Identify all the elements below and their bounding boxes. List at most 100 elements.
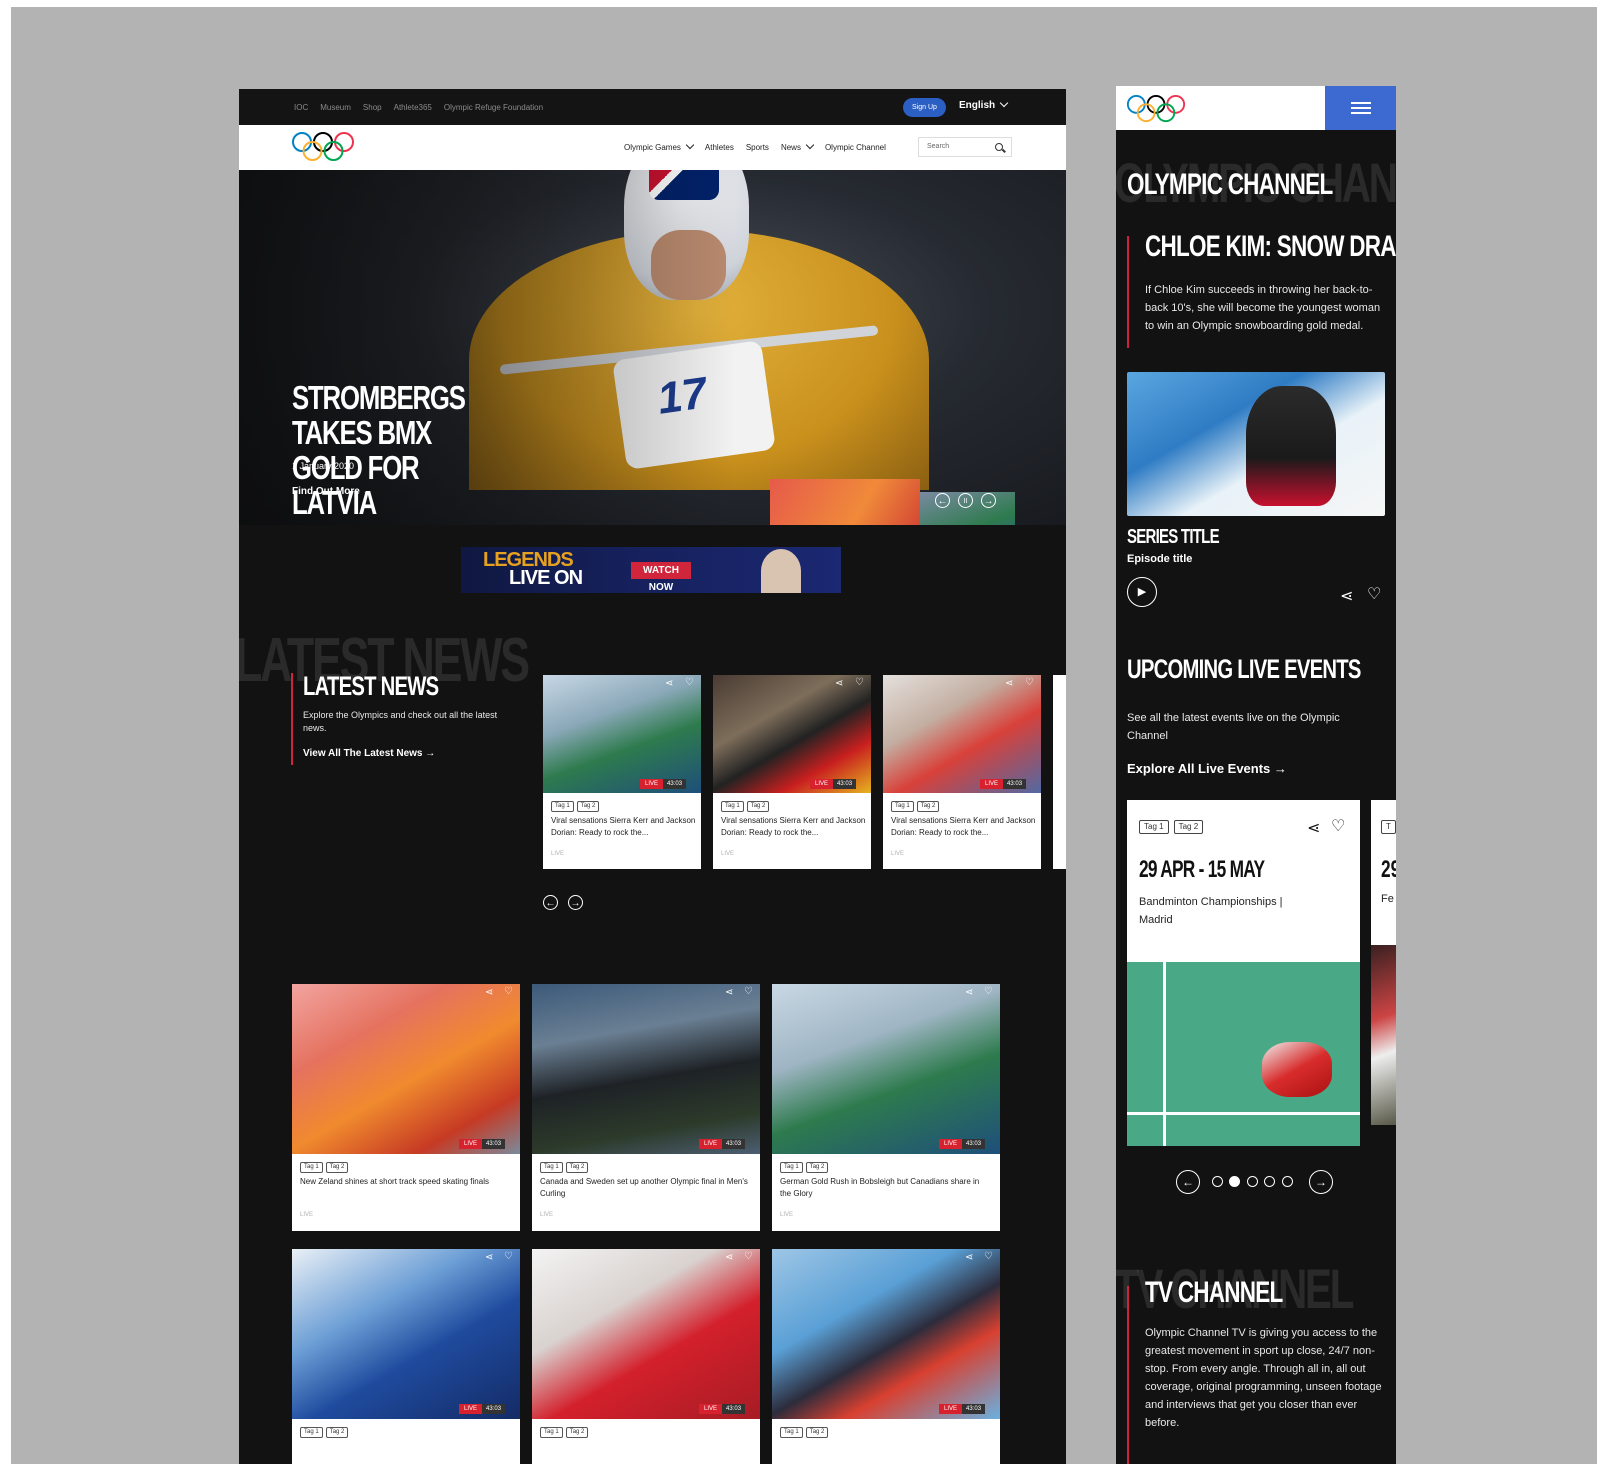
- news-card[interactable]: ⋖ ♡ LIVE 43:03 Tag 1 Tag 2 German Gold Rus…: [772, 984, 1000, 1231]
- share-icon[interactable]: ⋖: [1005, 678, 1013, 689]
- tag[interactable]: Tag 1: [540, 1427, 563, 1438]
- nav-athletes[interactable]: Athletes: [705, 143, 734, 152]
- event-image-player: [1262, 1042, 1332, 1097]
- tag[interactable]: Tag 2: [325, 1427, 349, 1438]
- event-card[interactable]: Tag 1 Tag 2 ⋖ ♡ 29 APR - 15 MAY Bandminto…: [1127, 800, 1360, 1146]
- share-icon[interactable]: ⋖: [485, 987, 493, 998]
- news-card[interactable]: ⋖ ♡ LIVE 43:03 Tag 1 Tag 2 Viral sensation…: [713, 675, 871, 869]
- heart-icon[interactable]: ♡: [855, 677, 864, 688]
- news-card[interactable]: ⋖ ♡ LIVE 43:03 Tag 1 Tag 2 New Zeland shin…: [292, 984, 520, 1231]
- util-link-museum[interactable]: Museum: [320, 103, 351, 112]
- share-icon[interactable]: ⋖: [835, 678, 843, 689]
- util-link-athlete365[interactable]: Athlete365: [394, 103, 432, 112]
- hero-find-out-more-link[interactable]: Find Out More →: [292, 486, 373, 497]
- banner-watch-now-button[interactable]: WATCH NOW: [631, 562, 691, 593]
- events-prev-button[interactable]: ←: [1176, 1170, 1200, 1194]
- nav-news[interactable]: News: [781, 140, 815, 152]
- hamburger-menu-button[interactable]: [1325, 86, 1396, 130]
- share-icon[interactable]: ⋖: [725, 987, 733, 998]
- banner-line2: LIVE ON: [509, 567, 583, 589]
- tag-list: Tag 1 Tag 2: [891, 801, 940, 812]
- olympic-rings-logo[interactable]: [291, 131, 355, 163]
- heart-icon[interactable]: ♡: [984, 1251, 993, 1262]
- tag[interactable]: Tag 2: [805, 1162, 829, 1173]
- tag[interactable]: Tag 1: [780, 1427, 803, 1438]
- heart-icon[interactable]: ♡: [744, 986, 753, 997]
- pager-dot[interactable]: [1247, 1176, 1258, 1187]
- share-icon[interactable]: ⋖: [1307, 818, 1320, 838]
- share-icon[interactable]: ⋖: [965, 987, 973, 998]
- hero-pause-button[interactable]: II: [958, 493, 973, 508]
- share-icon[interactable]: ⋖: [665, 678, 673, 689]
- events-next-button[interactable]: →: [1309, 1170, 1333, 1194]
- language-selector[interactable]: English: [959, 98, 1009, 111]
- util-link-refuge-foundation[interactable]: Olympic Refuge Foundation: [444, 103, 543, 112]
- duration: 43:03: [962, 1139, 986, 1149]
- hero-next-button[interactable]: →: [981, 493, 996, 508]
- search-input[interactable]: Search: [918, 137, 1012, 157]
- tag[interactable]: Tag 2: [805, 1427, 829, 1438]
- duration: 43:03: [722, 1139, 746, 1149]
- share-icon[interactable]: ⋖: [1340, 586, 1353, 606]
- event-card-peek[interactable]: T 29 Fe: [1371, 800, 1396, 945]
- explore-live-events-link[interactable]: Explore All Live Events →: [1127, 761, 1287, 776]
- pager-dot-active[interactable]: [1229, 1176, 1240, 1187]
- tag[interactable]: Tag 1: [540, 1162, 563, 1173]
- pager-dot[interactable]: [1212, 1176, 1223, 1187]
- tag-list: Tag 1 Tag 2: [540, 1427, 589, 1438]
- news-card[interactable]: ⋖ ♡ LIVE 43:03 Tag 1 Tag 2 Viral sensation…: [543, 675, 701, 869]
- news-card-peek[interactable]: [1053, 675, 1066, 869]
- tag[interactable]: Tag 1: [780, 1162, 803, 1173]
- tag[interactable]: Tag 2: [746, 801, 770, 812]
- pager-dot[interactable]: [1264, 1176, 1275, 1187]
- news-card[interactable]: ⋖ ♡ LIVE 43:03 Tag 1 Tag 2: [532, 1249, 760, 1464]
- share-icon[interactable]: ⋖: [485, 1252, 493, 1263]
- legends-live-on-banner[interactable]: LEGENDS LIVE ON WATCH NOW: [461, 547, 841, 593]
- heart-icon[interactable]: ♡: [1025, 677, 1034, 688]
- util-link-ioc[interactable]: IOC: [294, 103, 308, 112]
- news-carousel-prev-button[interactable]: ←: [543, 895, 558, 910]
- nav-olympic-channel[interactable]: Olympic Channel: [825, 143, 886, 152]
- tag[interactable]: T: [1381, 820, 1396, 834]
- tag[interactable]: Tag 1: [721, 801, 744, 812]
- olympic-rings-logo[interactable]: [1126, 94, 1186, 124]
- search-icon[interactable]: [995, 143, 1003, 151]
- share-icon[interactable]: ⋖: [965, 1252, 973, 1263]
- news-card[interactable]: ⋖ ♡ LIVE 43:03 Tag 1 Tag 2 Viral sensation…: [883, 675, 1041, 869]
- heart-icon[interactable]: ♡: [685, 677, 694, 688]
- news-carousel-next-button[interactable]: →: [568, 895, 583, 910]
- tag[interactable]: Tag 1: [300, 1427, 323, 1438]
- pager-dot[interactable]: [1282, 1176, 1293, 1187]
- tag[interactable]: Tag 1: [300, 1162, 323, 1173]
- util-link-shop[interactable]: Shop: [363, 103, 382, 112]
- tag[interactable]: Tag 2: [1173, 820, 1204, 834]
- heart-icon[interactable]: ♡: [504, 986, 513, 997]
- heart-icon[interactable]: ♡: [984, 986, 993, 997]
- tag[interactable]: Tag 2: [576, 801, 600, 812]
- nav-sports[interactable]: Sports: [746, 143, 769, 152]
- tag[interactable]: Tag 2: [565, 1162, 589, 1173]
- news-card[interactable]: ⋖ ♡ LIVE 43:03 Tag 1 Tag 2: [292, 1249, 520, 1464]
- news-card[interactable]: ⋖ ♡ LIVE 43:03 Tag 1 Tag 2 Canada and Swed…: [532, 984, 760, 1231]
- latest-news-title: LATEST NEWS: [303, 671, 439, 701]
- heart-icon[interactable]: ♡: [504, 1251, 513, 1262]
- signup-button[interactable]: Sign Up: [903, 98, 946, 117]
- tag[interactable]: Tag 2: [916, 801, 940, 812]
- page-top-strip: [0, 0, 1597, 7]
- heart-icon[interactable]: ♡: [1331, 816, 1345, 836]
- heart-icon[interactable]: ♡: [1367, 584, 1381, 604]
- view-all-news-link[interactable]: View All The Latest News →: [303, 748, 435, 759]
- utility-bar: IOC Museum Shop Athlete365 Olympic Refug…: [239, 89, 1066, 125]
- news-card[interactable]: ⋖ ♡ LIVE 43:03 Tag 1 Tag 2: [772, 1249, 1000, 1464]
- tag[interactable]: Tag 1: [551, 801, 574, 812]
- tag[interactable]: Tag 2: [325, 1162, 349, 1173]
- hero-thumbnail-next[interactable]: [770, 479, 920, 525]
- share-icon[interactable]: ⋖: [725, 1252, 733, 1263]
- hero-prev-button[interactable]: ←: [935, 493, 950, 508]
- tag[interactable]: Tag 1: [891, 801, 914, 812]
- heart-icon[interactable]: ♡: [744, 1251, 753, 1262]
- play-button[interactable]: ▶: [1127, 577, 1157, 607]
- nav-olympic-games[interactable]: Olympic Games: [624, 140, 695, 152]
- tag[interactable]: Tag 2: [565, 1427, 589, 1438]
- tag[interactable]: Tag 1: [1139, 820, 1169, 834]
